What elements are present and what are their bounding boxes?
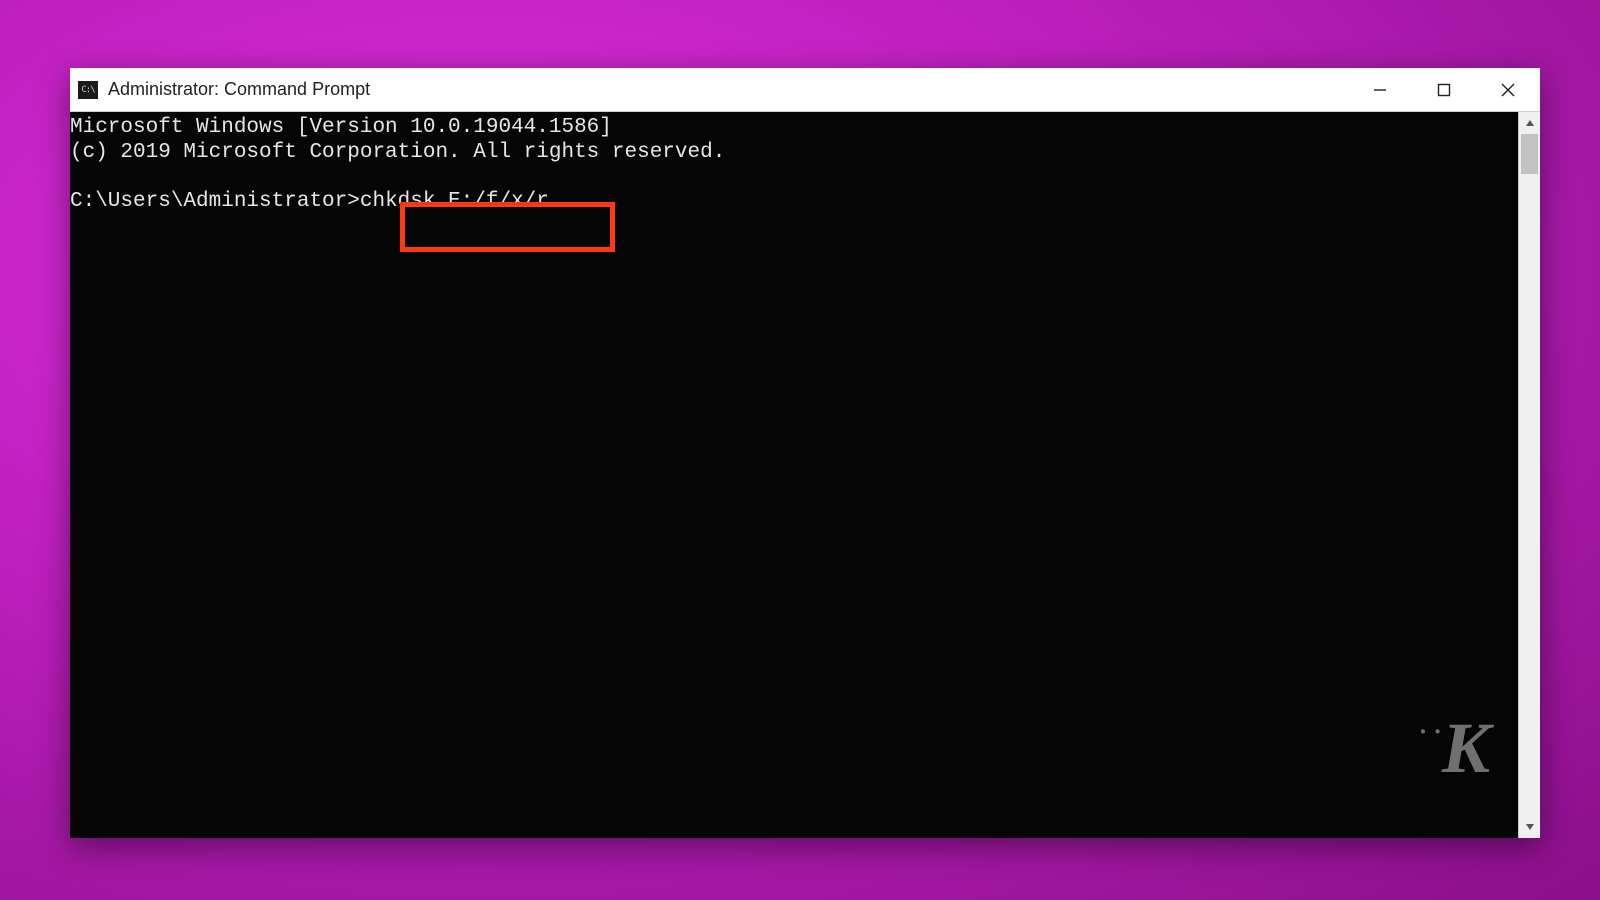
watermark-letter: K	[1442, 708, 1488, 788]
terminal-line-version: Microsoft Windows [Version 10.0.19044.15…	[70, 116, 612, 139]
watermark-dots-icon: ··	[1419, 717, 1448, 746]
scroll-thumb[interactable]	[1521, 134, 1538, 174]
terminal-prompt: C:\Users\Administrator>	[70, 190, 360, 213]
titlebar[interactable]: C:\ Administrator: Command Prompt	[70, 68, 1540, 112]
close-button[interactable]	[1476, 68, 1540, 111]
terminal[interactable]: Microsoft Windows [Version 10.0.19044.15…	[70, 112, 1518, 838]
cmd-icon-label: C:\	[81, 85, 94, 95]
terminal-command: chkdsk E:/f/x/r	[360, 190, 549, 213]
window-title: Administrator: Command Prompt	[108, 79, 1348, 100]
cmd-icon: C:\	[78, 81, 98, 99]
terminal-area: Microsoft Windows [Version 10.0.19044.15…	[70, 112, 1540, 838]
minimize-button[interactable]	[1348, 68, 1412, 111]
maximize-button[interactable]	[1412, 68, 1476, 111]
terminal-line-copyright: (c) 2019 Microsoft Corporation. All righ…	[70, 141, 725, 164]
scroll-down-button[interactable]	[1519, 816, 1540, 838]
command-prompt-window: C:\ Administrator: Command Prompt Micros…	[70, 68, 1540, 838]
window-controls	[1348, 68, 1540, 111]
scroll-up-button[interactable]	[1519, 112, 1540, 134]
vertical-scrollbar[interactable]	[1518, 112, 1540, 838]
watermark: ··K	[1291, 673, 1488, 824]
scroll-track[interactable]	[1519, 134, 1540, 816]
